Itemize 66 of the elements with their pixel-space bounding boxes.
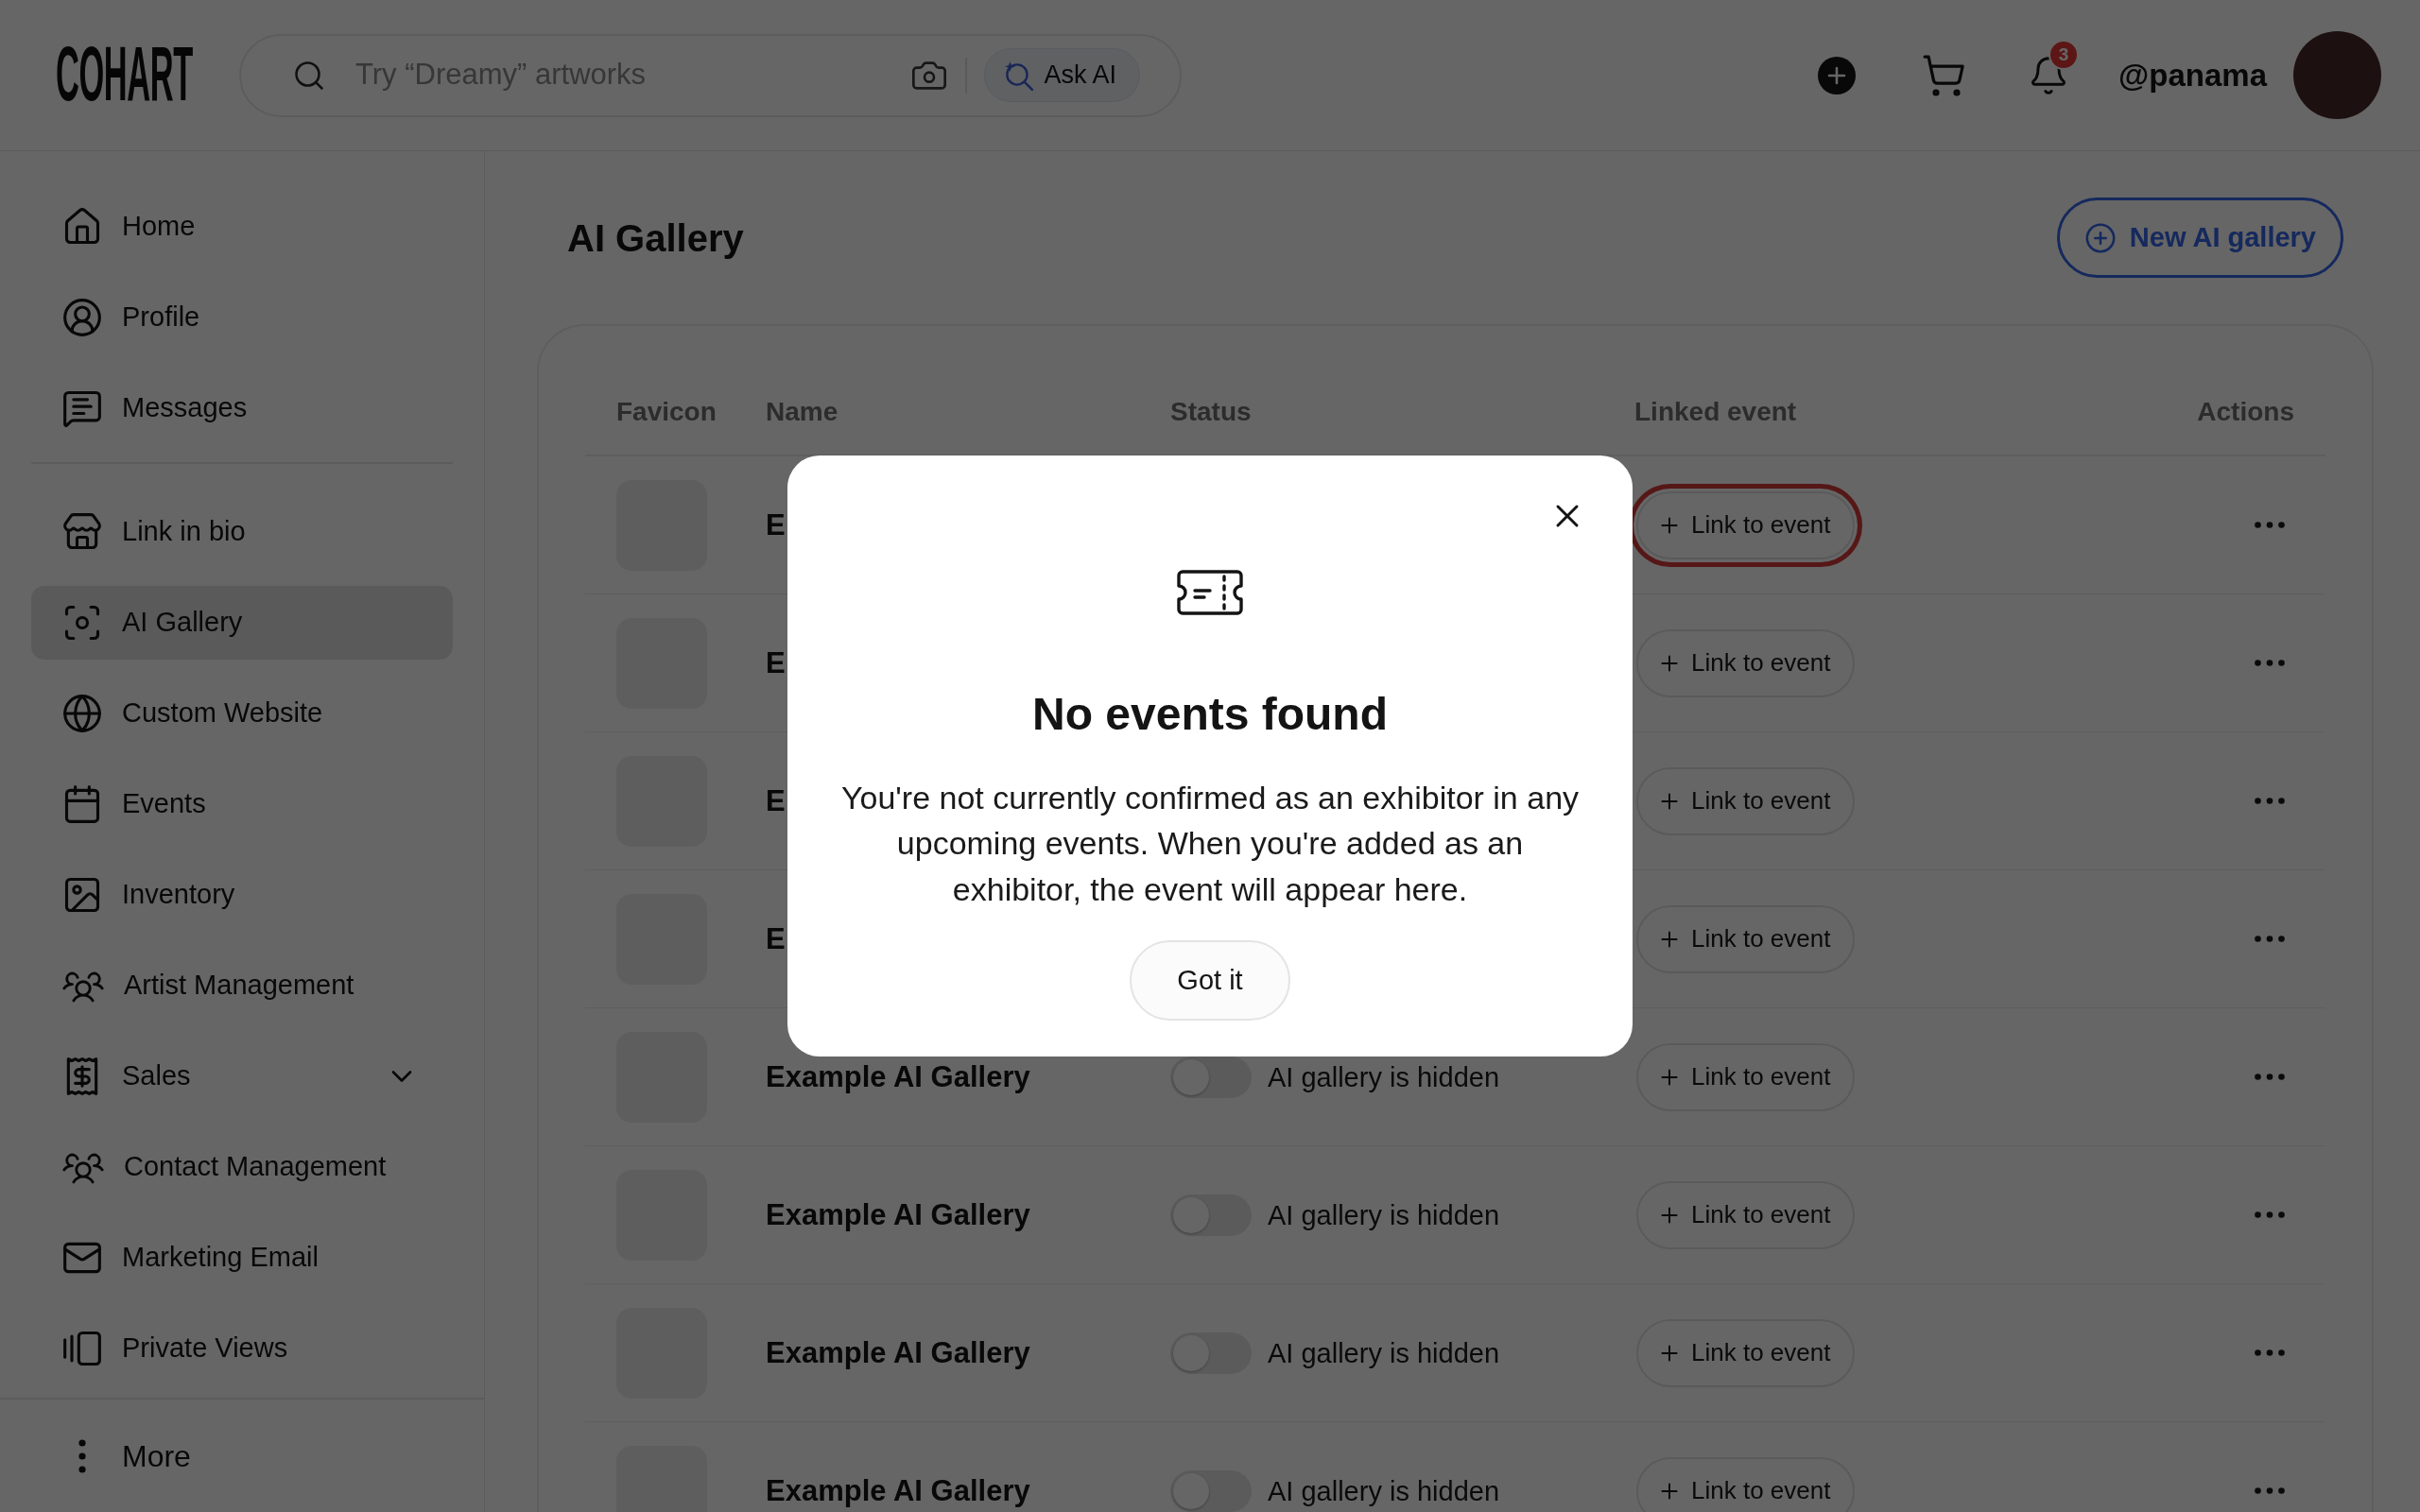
ask-ai-button[interactable]: Ask AI	[984, 48, 1140, 102]
got-it-button[interactable]: Got it	[1130, 940, 1290, 1022]
vertical-dots-icon	[78, 1438, 86, 1473]
plus-circle-icon	[2083, 221, 2117, 254]
add-icon[interactable]	[1818, 56, 1857, 94]
gallery-name[interactable]: Example AI Gallery	[766, 1199, 1030, 1230]
ticket-icon	[1176, 568, 1244, 616]
sidebar-item[interactable]: Sales	[31, 1040, 453, 1113]
page-title: AI Gallery	[567, 215, 744, 261]
user-circle-icon	[61, 297, 103, 338]
sidebar-item[interactable]: Contact Management	[31, 1130, 453, 1204]
toggle-switch[interactable]	[1170, 1469, 1252, 1512]
status-text: AI gallery is hidden	[1268, 1061, 1500, 1092]
column-header: Linked event	[1634, 396, 1798, 428]
link-to-event-button[interactable]: Link to event	[1636, 1456, 1856, 1512]
sidebar-item[interactable]: Messages	[31, 371, 453, 445]
link-to-event-button[interactable]: Link to event	[1636, 904, 1856, 973]
gallery-name[interactable]: E	[766, 923, 786, 954]
status-text: AI gallery is hidden	[1268, 1475, 1500, 1506]
globe-icon	[61, 693, 103, 734]
link-to-event-button[interactable]: Link to event	[1636, 628, 1856, 697]
column-header: Name	[766, 396, 839, 428]
gallery-name[interactable]: Example AI Gallery	[766, 1061, 1030, 1092]
column-header: Status	[1170, 396, 1253, 428]
new-ai-gallery-button[interactable]: New AI gallery	[2056, 198, 2343, 278]
sidebar-item[interactable]: Private Views	[31, 1312, 453, 1385]
toggle-switch[interactable]	[1170, 1332, 1252, 1374]
column-header: Favicon	[616, 396, 717, 428]
username[interactable]: @panama	[2118, 51, 2267, 99]
more-options-icon[interactable]	[2255, 522, 2285, 528]
sidebar-item[interactable]: Link in bio	[31, 495, 453, 569]
link-to-event-button[interactable]: Link to event	[1636, 1042, 1856, 1111]
more-options-icon[interactable]	[2255, 1349, 2285, 1356]
sidebar-item[interactable]: Events	[31, 767, 453, 841]
gallery-name[interactable]: E	[766, 647, 786, 679]
gallery-name[interactable]: Example AI Gallery	[766, 1337, 1030, 1368]
more-options-icon[interactable]	[2255, 798, 2285, 804]
sidebar-item[interactable]: Inventory	[31, 858, 453, 932]
sidebar-item[interactable]: Artist Management	[31, 949, 453, 1022]
link-to-event-button[interactable]: Link to event	[1636, 1318, 1856, 1387]
more-options-icon[interactable]	[2255, 660, 2285, 666]
toggle-switch[interactable]	[1170, 1056, 1252, 1098]
gallery-name[interactable]: E	[766, 509, 786, 541]
more-options-icon[interactable]	[2255, 936, 2285, 942]
sidebar-item[interactable]: Custom Website	[31, 677, 453, 750]
gallery-name[interactable]: Example AI Gallery	[766, 1475, 1030, 1506]
link-to-event-button[interactable]: Link to event	[1636, 766, 1856, 835]
more-options-icon[interactable]	[2255, 1487, 2285, 1494]
link-to-event-button[interactable]: Link to event	[1636, 1180, 1856, 1249]
logo[interactable]: COHART	[56, 43, 193, 104]
dialog-title: No events found	[1032, 687, 1388, 741]
gallery-name[interactable]: E	[766, 785, 786, 816]
dialog-message: You're not currently confirmed as an exhibitor in any upcoming events. When you're added as an exhibitor, the event will appear here.	[839, 778, 1581, 909]
sparkle-search-icon	[1002, 59, 1035, 92]
toggle-switch[interactable]	[1170, 1194, 1252, 1236]
more-options-icon[interactable]	[2255, 1074, 2285, 1080]
notification-badge: 3	[2048, 39, 2080, 70]
more-menu-item[interactable]: More	[31, 1418, 453, 1493]
sidebar-item[interactable]: Home	[31, 190, 453, 264]
more-options-icon[interactable]	[2255, 1211, 2285, 1218]
column-header: Actions	[2197, 396, 2294, 428]
sidebar-item[interactable]: Profile	[31, 281, 453, 354]
status-text: AI gallery is hidden	[1268, 1199, 1500, 1230]
sidebar-item[interactable]: Marketing Email	[31, 1221, 453, 1295]
sidebar-item[interactable]: AI Gallery	[31, 586, 453, 660]
status-text: AI gallery is hidden	[1268, 1337, 1500, 1368]
